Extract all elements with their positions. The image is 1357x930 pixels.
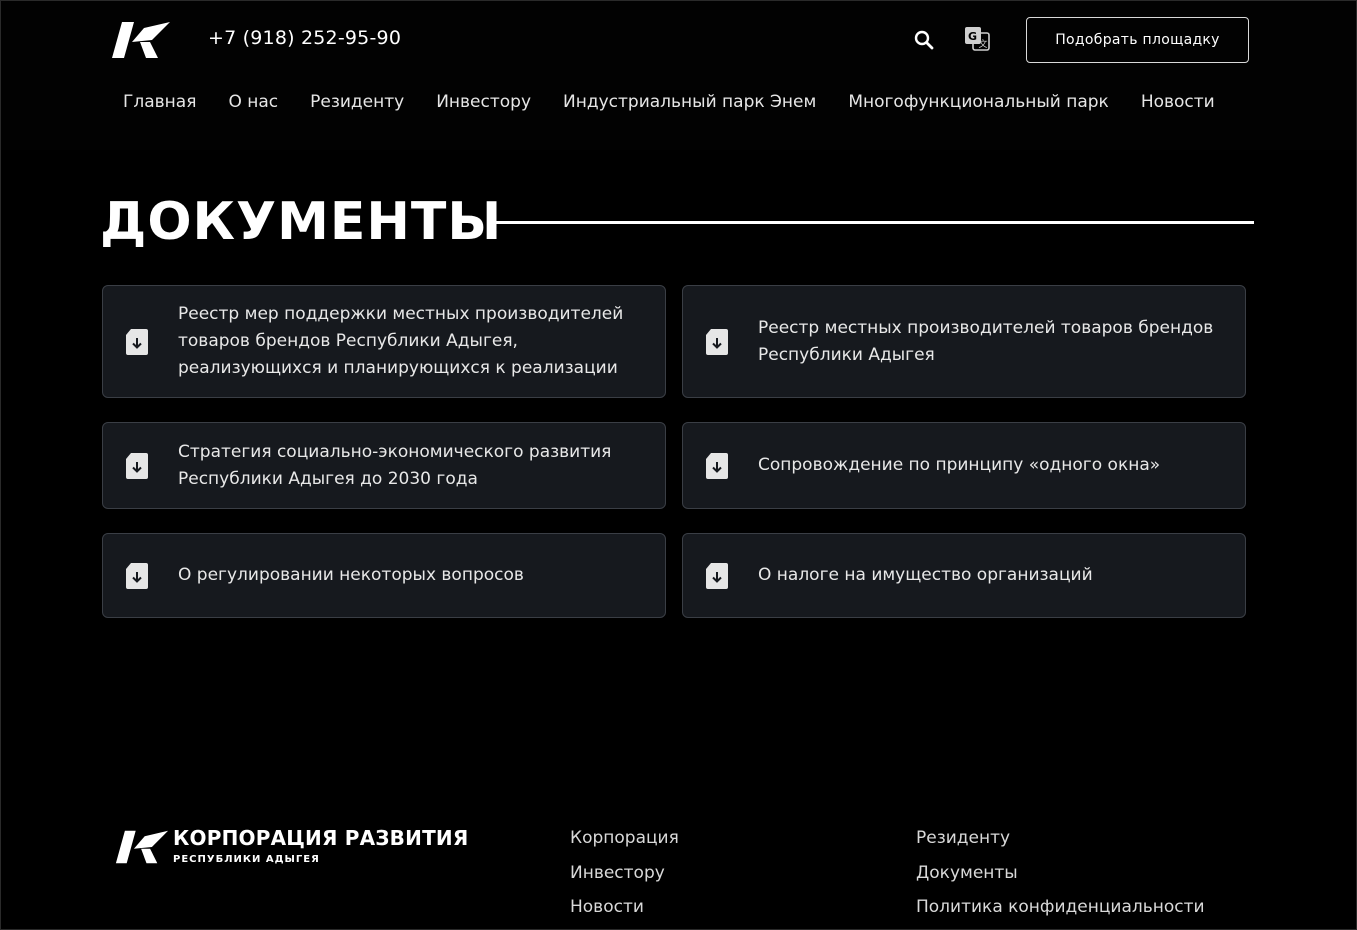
translate-button[interactable]: G 文: [962, 24, 992, 54]
main-nav: Главная О нас Резиденту Инвестору Индуст…: [123, 90, 1215, 114]
nav-item-investor[interactable]: Инвестору: [436, 90, 531, 114]
document-card[interactable]: Реестр местных производителей товаров бр…: [682, 285, 1246, 398]
logo-icon[interactable]: [110, 20, 172, 60]
document-card[interactable]: Реестр мер поддержки местных производите…: [102, 285, 666, 398]
document-card[interactable]: Сопровождение по принципу «одного окна»: [682, 422, 1246, 509]
document-title: О регулировании некоторых вопросов: [178, 565, 524, 585]
document-card[interactable]: О налоге на имущество организаций: [682, 533, 1246, 618]
footer-logo-subtitle: РЕСПУБЛИКИ АДЫГЕЯ: [173, 854, 320, 865]
site-header: +7 (918) 252-95-90 G 文 Подобрать площадк…: [0, 0, 1357, 150]
footer-link-documents[interactable]: Документы: [916, 861, 1205, 885]
file-download-icon: [126, 562, 148, 589]
nav-item-multifunctional-park[interactable]: Многофункциональный парк: [848, 90, 1109, 114]
footer-logo-name: КОРПОРАЦИЯ РАЗВИТИЯ: [173, 826, 469, 850]
nav-item-news[interactable]: Новости: [1141, 90, 1215, 114]
svg-text:文: 文: [979, 38, 988, 50]
document-title: Сопровождение по принципу «одного окна»: [758, 455, 1161, 475]
file-download-icon: [126, 452, 148, 479]
nav-item-enem-park[interactable]: Индустриальный парк Энем: [563, 90, 816, 114]
document-title: Реестр местных производителей товаров бр…: [758, 317, 1214, 365]
footer-link-privacy[interactable]: Политика конфиденциальности: [916, 895, 1205, 919]
nav-item-resident[interactable]: Резиденту: [310, 90, 404, 114]
nav-item-home[interactable]: Главная: [123, 90, 196, 114]
footer-link-investor[interactable]: Инвестору: [570, 861, 679, 885]
window-edge-top: [0, 0, 1357, 1]
file-download-icon: [706, 328, 728, 355]
google-translate-icon: G 文: [965, 27, 990, 51]
page-title: ДОКУМЕНТЫ: [100, 192, 503, 252]
nav-item-about[interactable]: О нас: [228, 90, 278, 114]
footer-logo-icon[interactable]: [114, 829, 170, 865]
svg-text:G: G: [968, 30, 977, 43]
search-button[interactable]: [910, 26, 938, 54]
footer-link-resident[interactable]: Резиденту: [916, 826, 1205, 850]
document-card[interactable]: О регулировании некоторых вопросов: [102, 533, 666, 618]
footer-links-column: Корпорация Инвестору Новости: [570, 826, 679, 930]
document-title: О налоге на имущество организаций: [758, 565, 1093, 585]
footer-link-news[interactable]: Новости: [570, 895, 679, 919]
search-icon: [914, 30, 934, 50]
window-edge-left: [0, 0, 1, 930]
title-divider: [489, 221, 1254, 224]
phone-link[interactable]: +7 (918) 252-95-90: [208, 27, 401, 49]
footer-links-column: Резиденту Документы Политика конфиденциа…: [916, 826, 1205, 930]
select-site-button[interactable]: Подобрать площадку: [1026, 17, 1249, 63]
file-download-icon: [706, 452, 728, 479]
document-card[interactable]: Стратегия социально-экономического разви…: [102, 422, 666, 509]
document-title: Реестр мер поддержки местных производите…: [178, 304, 624, 378]
file-download-icon: [126, 328, 148, 355]
document-title: Стратегия социально-экономического разви…: [178, 441, 612, 489]
footer-link-corporation[interactable]: Корпорация: [570, 826, 679, 850]
page: +7 (918) 252-95-90 G 文 Подобрать площадк…: [0, 0, 1357, 930]
file-download-icon: [706, 562, 728, 589]
